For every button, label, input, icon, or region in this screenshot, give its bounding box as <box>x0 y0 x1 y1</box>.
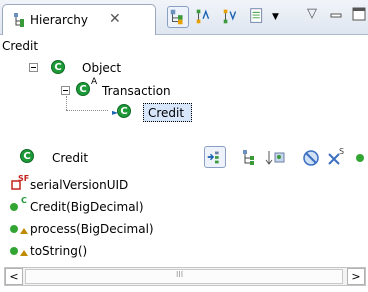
member-label: Credit(BigDecimal) <box>30 200 144 214</box>
maximize-icon[interactable] <box>352 7 366 21</box>
hierarchy-icon <box>14 13 24 27</box>
close-tab-icon[interactable]: ✕ <box>109 11 121 27</box>
subtype-hierarchy-icon <box>223 9 237 24</box>
static-final-modifier: SF <box>18 174 30 183</box>
collapse-transaction-icon[interactable] <box>61 86 70 95</box>
override-indicator-icon <box>20 228 28 234</box>
class-icon: C <box>20 149 34 163</box>
show-members-icon <box>207 151 219 164</box>
tree-item-transaction[interactable]: Transaction <box>102 84 171 98</box>
override-indicator-icon <box>20 250 28 256</box>
supertype-hierarchy-icon <box>196 9 210 24</box>
sort-by-defining-type-icon[interactable] <box>265 148 287 168</box>
hierarchy-view-tab[interactable]: Hierarchy ✕ <box>2 4 156 35</box>
tree-item-object[interactable]: Object <box>82 61 121 75</box>
hide-fields-icon[interactable] <box>301 148 321 168</box>
history-list-icon <box>250 8 263 23</box>
member-label: process(BigDecimal) <box>30 222 154 236</box>
scroll-left-button[interactable]: < <box>5 268 23 285</box>
lock-view-button[interactable] <box>204 146 226 168</box>
members-header: C Credit S <box>0 142 368 172</box>
members-class-label: Credit <box>52 151 89 165</box>
constructor-modifier: C <box>21 196 27 205</box>
class-icon: C <box>51 60 65 74</box>
hide-non-public-icon[interactable] <box>356 154 364 162</box>
show-type-hierarchy-button[interactable] <box>167 6 189 28</box>
svg-text:S: S <box>339 147 344 156</box>
hide-static-members-icon[interactable]: S <box>325 146 347 168</box>
abstract-modifier: A <box>91 77 98 87</box>
abstract-class-icon: C <box>76 82 90 96</box>
type-hierarchy-icon <box>170 9 183 25</box>
history-dropdown-arrow-icon[interactable]: ▼ <box>272 12 279 22</box>
show-subtype-hierarchy-button[interactable] <box>221 6 243 28</box>
scrollbar-grip: III <box>176 270 184 279</box>
view-menu-icon[interactable]: ▽ <box>307 6 317 21</box>
show-supertype-hierarchy-button[interactable] <box>194 6 216 28</box>
focus-arrow-icon: ► <box>112 108 119 117</box>
show-inherited-members-icon[interactable] <box>241 148 259 168</box>
horizontal-scrollbar[interactable]: < III > <box>4 267 366 286</box>
tree-item-credit[interactable]: Credit <box>143 103 192 122</box>
history-dropdown-button[interactable] <box>248 6 270 28</box>
member-label: serialVersionUID <box>30 178 129 192</box>
scroll-right-button[interactable]: > <box>347 268 365 285</box>
focused-type-label: Credit <box>2 39 39 53</box>
scrollbar-thumb[interactable]: III <box>25 269 343 284</box>
public-method-icon <box>10 247 18 255</box>
public-method-icon <box>10 203 18 211</box>
view-tab-title: Hierarchy <box>30 13 89 27</box>
public-method-icon <box>10 225 18 233</box>
collapse-object-icon[interactable] <box>29 63 38 72</box>
type-hierarchy-tree: C Object C A Transaction <box>0 53 368 142</box>
member-label: toString() <box>30 244 88 258</box>
class-icon: C <box>117 104 131 118</box>
minimize-icon[interactable] <box>330 11 342 19</box>
